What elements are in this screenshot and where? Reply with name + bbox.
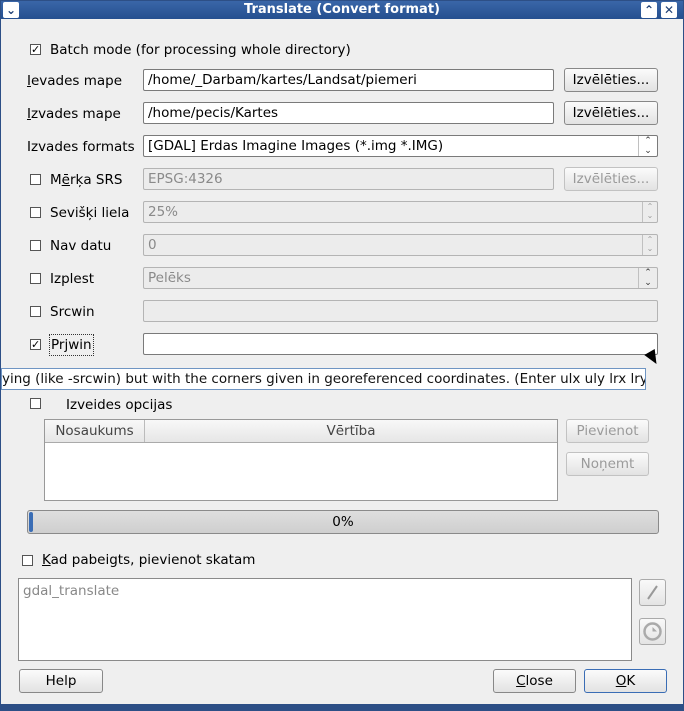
input-dir-label: Ievades mape <box>27 69 122 93</box>
table-header: Nosaukums Vērtība <box>45 420 557 443</box>
close-label-text: lose <box>525 673 553 689</box>
target-srs-label-post: rķa SRS <box>69 172 123 188</box>
load-when-done-label: Kad pabeigts, pievienot skatam <box>42 548 255 572</box>
output-dir-field[interactable]: /home/pecis/Kartes <box>143 102 554 124</box>
outsize-checkbox[interactable] <box>30 207 41 218</box>
column-header-value[interactable]: Vērtība <box>145 420 557 442</box>
ok-mnemonic: O <box>615 673 627 689</box>
close-icon: ✕ <box>663 3 675 17</box>
target-srs-mnemonic: ē <box>61 172 70 188</box>
window-title: Translate (Convert format) <box>244 2 440 17</box>
close-mnemonic: C <box>516 673 526 689</box>
progress-bar: 0% <box>27 510 659 534</box>
refresh-icon <box>643 622 662 641</box>
spin-arrows-icon[interactable]: ⌃ ⌄ <box>642 202 657 222</box>
prjwin-tooltip: ying (like -srcwin) but with the corners… <box>1 368 646 390</box>
target-srs-field[interactable]: EPSG:4326 <box>143 168 554 190</box>
remove-option-button[interactable]: Noņemt <box>566 452 649 476</box>
combo-arrow-icon: ⌃ ⌄ <box>638 136 657 156</box>
input-dir-browse-button[interactable]: Izvēlēties... <box>564 68 658 92</box>
creation-options-label: Izveides opcijas <box>66 397 173 413</box>
target-srs-label-pre: M <box>50 172 62 188</box>
expand-value: Pelēks <box>148 270 191 286</box>
ok-label-text: K <box>626 673 636 689</box>
nodata-spinbox[interactable]: 0 ⌃ ⌄ <box>143 234 658 256</box>
srcwin-field[interactable] <box>143 300 658 322</box>
reset-command-button[interactable] <box>639 618 666 645</box>
prjwin-label: Prjwin <box>49 334 94 356</box>
outsize-label: Sevišķi liela <box>50 205 130 221</box>
expand-label: Izplest <box>50 271 95 287</box>
title-bar[interactable]: ⌄ Translate (Convert format) ⌃ ✕ <box>1 1 683 19</box>
minimize-button[interactable]: ⌃ <box>641 2 657 18</box>
target-srs-browse-button[interactable]: Izvēlēties... <box>564 167 658 191</box>
pencil-icon <box>647 585 658 600</box>
output-format-select[interactable]: [GDAL] Erdas Imagine Images (*.img *.IMG… <box>143 135 658 157</box>
output-dir-label: Izvades mape <box>27 102 121 126</box>
progress-fill <box>29 512 33 532</box>
load-when-done-checkbox[interactable] <box>22 555 33 566</box>
prjwin-field[interactable] <box>143 333 658 355</box>
creation-options-table[interactable]: Nosaukums Vērtība <box>44 419 558 501</box>
target-srs-label: Mērķa SRS <box>50 168 122 192</box>
progress-text: 0% <box>332 514 354 530</box>
nodata-value: 0 <box>148 237 157 253</box>
chevron-up-icon: ⌃ <box>643 3 655 17</box>
close-button[interactable]: Close <box>493 669 576 693</box>
ok-button[interactable]: OK <box>584 669 667 693</box>
translate-dialog: ⌄ Translate (Convert format) ⌃ ✕ ✓ Batch… <box>0 0 684 711</box>
close-window-button[interactable]: ✕ <box>661 2 677 18</box>
output-format-value: [GDAL] Erdas Imagine Images (*.img *.IMG… <box>148 138 444 154</box>
batch-mode-label: Batch mode (for processing whole directo… <box>50 42 351 58</box>
outsize-value: 25% <box>148 204 179 220</box>
load-when-done-mnemonic: K <box>42 552 51 568</box>
column-header-name[interactable]: Nosaukums <box>45 420 145 442</box>
batch-mode-checkbox[interactable]: ✓ <box>30 44 41 55</box>
target-srs-checkbox[interactable] <box>30 174 41 185</box>
load-when-done-label-text: ad pabeigts, pievienot skatam <box>50 552 256 568</box>
help-button[interactable]: Help <box>19 669 103 693</box>
expand-select[interactable]: Pelēks ⌃ ⌄ <box>143 267 658 289</box>
prjwin-checkbox[interactable]: ✓ <box>30 339 41 350</box>
output-dir-browse-button[interactable]: Izvēlēties... <box>564 101 658 125</box>
window-bottom-border <box>1 704 683 710</box>
edit-command-button[interactable] <box>639 579 666 606</box>
add-option-button[interactable]: Pievienot <box>566 419 649 443</box>
nodata-label: Nav datu <box>50 238 112 254</box>
output-dir-label-text: zvades mape <box>30 106 121 122</box>
spin-arrows-icon[interactable]: ⌃ ⌄ <box>642 235 657 255</box>
srcwin-checkbox[interactable] <box>30 306 41 317</box>
srcwin-label: Srcwin <box>50 304 95 320</box>
input-dir-field[interactable]: /home/_Darbam/kartes/Landsat/piemeri <box>143 69 554 91</box>
creation-options-checkbox[interactable] <box>30 398 41 409</box>
outsize-spinbox[interactable]: 25% ⌃ ⌄ <box>143 201 658 223</box>
expand-checkbox[interactable] <box>30 273 41 284</box>
output-format-label: Izvades formats <box>27 139 135 155</box>
input-dir-label-text: evades mape <box>30 73 123 89</box>
combo-arrow-icon: ⌃ ⌄ <box>638 268 657 288</box>
nodata-checkbox[interactable] <box>30 240 41 251</box>
command-textarea[interactable]: gdal_translate <box>18 578 632 661</box>
